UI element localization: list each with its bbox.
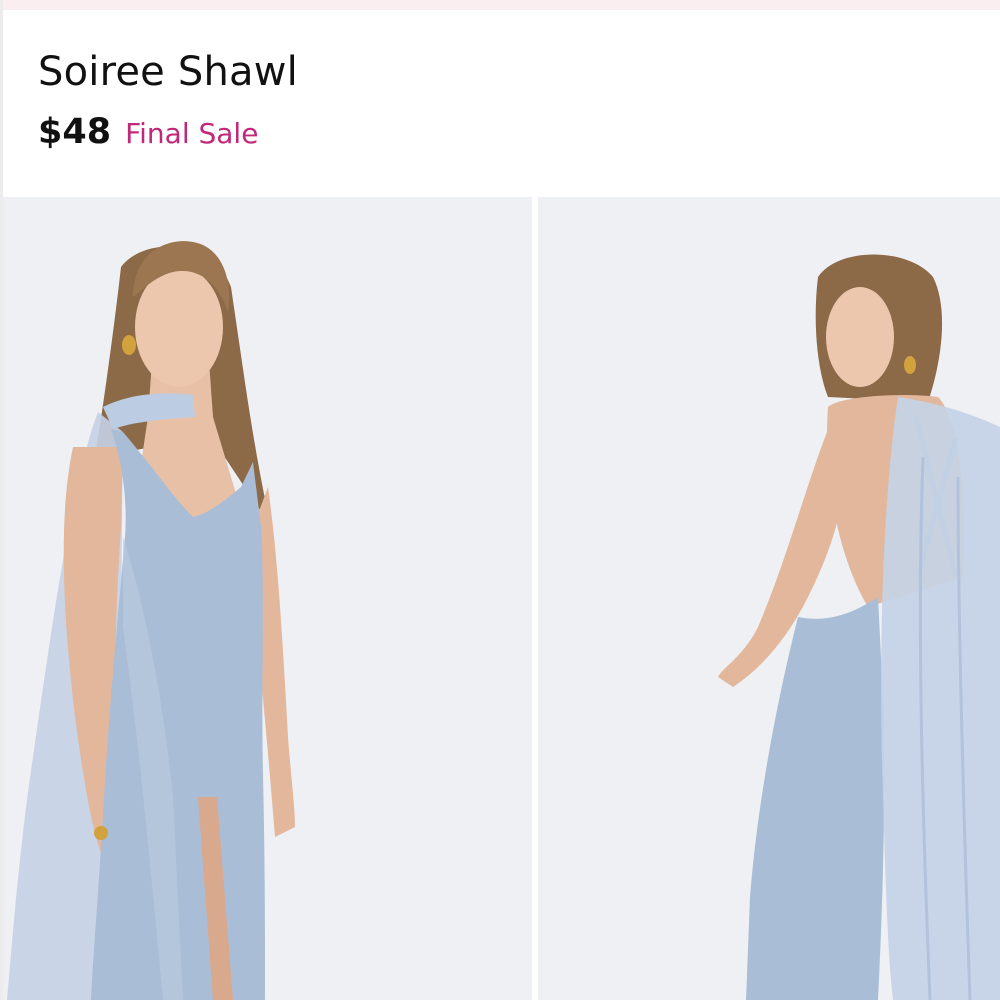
final-sale-label: Final Sale	[125, 117, 259, 150]
price-row: $48 Final Sale	[38, 112, 978, 152]
product-title: Soiree Shawl	[38, 49, 298, 95]
top-banner-strip	[0, 0, 1000, 10]
product-image-back[interactable]	[538, 197, 1000, 1000]
product-price: $48	[38, 112, 112, 152]
model-front-illustration	[3, 197, 532, 1000]
product-image-front[interactable]	[3, 197, 532, 1000]
model-back-illustration	[538, 197, 1000, 1000]
product-header: Soiree Shawl $48 Final Sale	[38, 44, 978, 152]
product-image-gallery	[3, 197, 1000, 1000]
